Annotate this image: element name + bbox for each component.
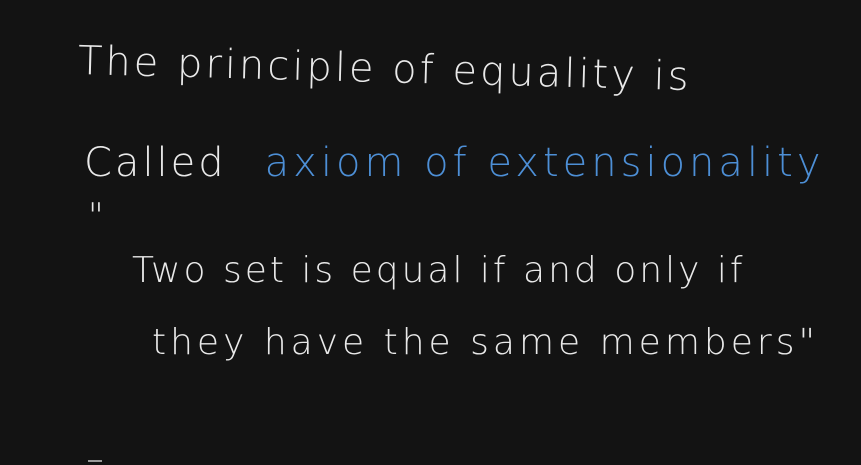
note-line-2: Called axiom of extensionality (84, 140, 824, 186)
handwriting-canvas: The principle of equality is Called axiom… (0, 0, 861, 465)
note-line-2-text: Called (84, 140, 227, 186)
highlighted-term: axiom of extensionality (264, 140, 825, 186)
note-line-5: they have the same members" (152, 322, 820, 363)
pen-stroke-fragment (88, 460, 102, 462)
note-line-4: Two set is equal if and only if (132, 250, 746, 291)
note-line-1: The principle of equality is (77, 38, 693, 101)
open-quote-mark: " (88, 196, 105, 236)
